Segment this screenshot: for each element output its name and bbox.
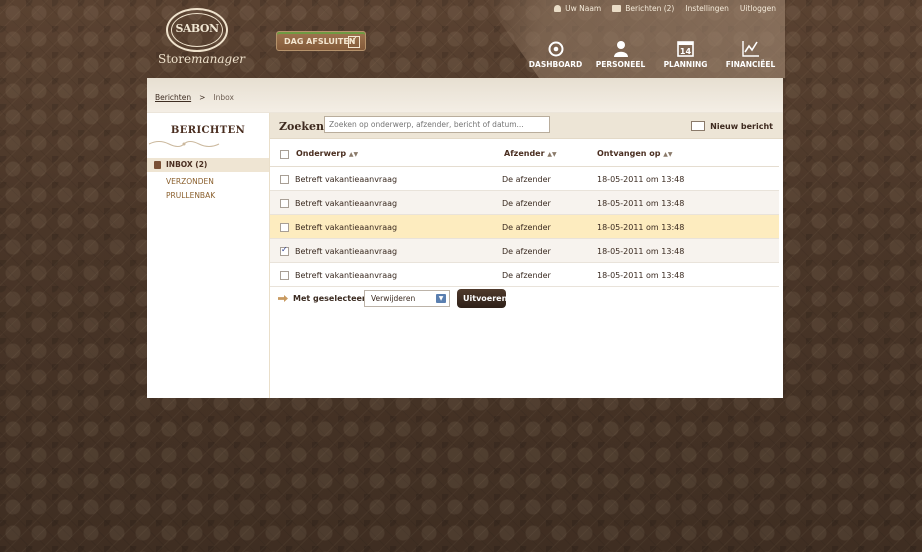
nav-planning[interactable]: 14 PLANNING xyxy=(658,38,713,69)
day-close-button[interactable]: DAG AFSLUITEN ✓ xyxy=(276,31,366,51)
nav-personeel[interactable]: PERSONEEL xyxy=(593,38,648,69)
store-label: Store xyxy=(158,52,192,66)
nav-personeel-label: PERSONEEL xyxy=(595,60,646,69)
sort-icon: ▲▼ xyxy=(348,151,359,158)
breadcrumb-inbox: Inbox xyxy=(213,93,234,102)
sidebar: BERICHTEN INBOX (2) VERZONDEN PRULLENBAK xyxy=(147,113,270,398)
sidebar-title: BERICHTEN xyxy=(170,125,246,136)
messages-label: Berichten (2) xyxy=(625,4,675,13)
bulk-label: Met geselecteerd: xyxy=(293,294,375,303)
bulk-actions: Met geselecteerd: Verwijderen ▼ Uitvoeren xyxy=(270,287,783,317)
new-message-button[interactable]: Nieuw bericht xyxy=(691,121,773,131)
breadcrumb: Berichten > Inbox xyxy=(155,93,234,102)
breadcrumb-bar: Berichten > Inbox xyxy=(147,78,783,113)
check-icon: ✓ xyxy=(348,35,360,48)
search-bar: Zoeken: Nieuw bericht xyxy=(270,113,783,139)
row-subject: Betreft vakantieaanvraag xyxy=(295,175,398,184)
messages-link[interactable]: Berichten (2) xyxy=(612,4,674,13)
row-checkbox-checked[interactable] xyxy=(280,245,289,256)
user-icon xyxy=(554,5,562,12)
table-header: Onderwerp ▲▼ Afzender ▲▼ Ontvangen op ▲▼ xyxy=(270,139,779,167)
row-sender: De afzender xyxy=(502,247,551,256)
row-subject: Betreft vakantieaanvraag xyxy=(295,247,398,256)
header-subject-label: Onderwerp xyxy=(296,149,347,158)
table-row[interactable]: Betreft vakantieaanvraag De afzender 18-… xyxy=(270,167,779,191)
user-label: Uw Naam xyxy=(565,4,602,13)
header-date[interactable]: Ontvangen op ▲▼ xyxy=(597,149,673,158)
logout-label: Uitloggen xyxy=(739,4,776,13)
bulk-selected-value: Verwijderen xyxy=(371,294,416,303)
sort-icon: ▲▼ xyxy=(663,151,673,158)
row-date: 18-05-2011 om 13:48 xyxy=(597,223,685,232)
logo-text: SABON xyxy=(175,22,219,35)
inbox-main: Zoeken: Nieuw bericht Onderwerp ▲▼ Afzen… xyxy=(270,113,783,398)
store-manager-title: Storemanager xyxy=(158,52,245,66)
top-links: Uw Naam Berichten (2) Instellingen Uitlo… xyxy=(554,4,776,13)
row-date: 18-05-2011 om 13:48 xyxy=(597,175,685,184)
table-row[interactable]: Betreft vakantieaanvraag De afzender 18-… xyxy=(270,239,779,263)
table-row[interactable]: Betreft vakantieaanvraag De afzender 18-… xyxy=(270,263,779,287)
row-checkbox[interactable] xyxy=(280,223,289,232)
row-subject: Betreft vakantieaanvraag xyxy=(295,199,398,208)
row-checkbox[interactable] xyxy=(280,175,289,184)
user-icon xyxy=(613,41,628,57)
select-all-checkbox[interactable] xyxy=(280,150,289,159)
header-sender-label: Afzender xyxy=(504,149,545,158)
search-input[interactable] xyxy=(324,116,550,133)
chevron-down-icon: ▼ xyxy=(436,294,446,303)
header-sender[interactable]: Afzender ▲▼ xyxy=(504,149,557,158)
chart-icon xyxy=(741,41,759,57)
sidebar-item-inbox[interactable]: INBOX (2) xyxy=(147,158,269,172)
row-checkbox[interactable] xyxy=(280,199,289,208)
settings-link[interactable]: Instellingen xyxy=(685,4,729,13)
nav-dashboard-label: DASHBOARD xyxy=(528,60,583,69)
row-checkbox[interactable] xyxy=(280,271,289,280)
search-label: Zoeken: xyxy=(279,120,329,133)
table-row[interactable]: Betreft vakantieaanvraag De afzender 18-… xyxy=(270,215,779,239)
row-subject: Betreft vakantieaanvraag xyxy=(295,271,398,280)
sidebar-item-verzonden[interactable]: VERZONDEN xyxy=(147,175,269,189)
execute-button[interactable]: Uitvoeren xyxy=(457,289,507,308)
arrow-icon xyxy=(278,295,288,302)
user-link[interactable]: Uw Naam xyxy=(554,4,601,13)
new-message-label: Nieuw bericht xyxy=(710,121,773,131)
settings-label: Instellingen xyxy=(685,4,729,13)
logout-link[interactable]: Uitloggen xyxy=(740,4,776,13)
row-date: 18-05-2011 om 13:48 xyxy=(597,271,685,280)
table-row[interactable]: Betreft vakantieaanvraag De afzender 18-… xyxy=(270,191,779,215)
envelope-icon xyxy=(612,5,622,12)
content-frame: Berichten > Inbox BERICHTEN INBOX (2) VERZ… xyxy=(147,78,783,398)
header-date-label: Ontvangen op xyxy=(597,149,661,158)
row-sender: De afzender xyxy=(502,223,551,232)
breadcrumb-separator: > xyxy=(199,93,206,102)
nav-financieel-label: FINANCIËEL xyxy=(725,60,776,69)
row-date: 18-05-2011 om 13:48 xyxy=(597,247,685,256)
calendar-icon: 14 xyxy=(677,41,694,57)
message-table: Onderwerp ▲▼ Afzender ▲▼ Ontvangen op ▲▼… xyxy=(270,139,779,287)
flourish-icon xyxy=(148,141,220,147)
header: SABON Storemanager DAG AFSLUITEN ✓ Uw Na… xyxy=(0,0,922,78)
nav-planning-label: PLANNING xyxy=(663,60,708,69)
calendar-day: 14 xyxy=(680,47,692,56)
target-icon xyxy=(548,41,563,57)
sidebar-item-prullenbak[interactable]: PRULLENBAK xyxy=(147,189,269,203)
sort-icon: ▲▼ xyxy=(547,151,557,158)
row-date: 18-05-2011 om 13:48 xyxy=(597,199,685,208)
nav-dashboard[interactable]: DASHBOARD xyxy=(528,38,583,69)
breadcrumb-berichten[interactable]: Berichten xyxy=(155,93,191,102)
manager-label: manager xyxy=(191,52,246,66)
row-subject: Betreft vakantieaanvraag xyxy=(295,223,398,232)
envelope-icon xyxy=(691,121,706,131)
row-sender: De afzender xyxy=(502,271,551,280)
main-nav: DASHBOARD PERSONEEL 14 PLANNING FINANCIË… xyxy=(528,38,778,69)
row-sender: De afzender xyxy=(502,199,551,208)
header-subject[interactable]: Onderwerp ▲▼ xyxy=(296,149,358,158)
nav-financieel[interactable]: FINANCIËEL xyxy=(723,38,778,69)
day-close-label: DAG AFSLUITEN xyxy=(284,36,356,46)
bulk-action-select[interactable]: Verwijderen ▼ xyxy=(364,290,450,307)
row-sender: De afzender xyxy=(502,175,551,184)
